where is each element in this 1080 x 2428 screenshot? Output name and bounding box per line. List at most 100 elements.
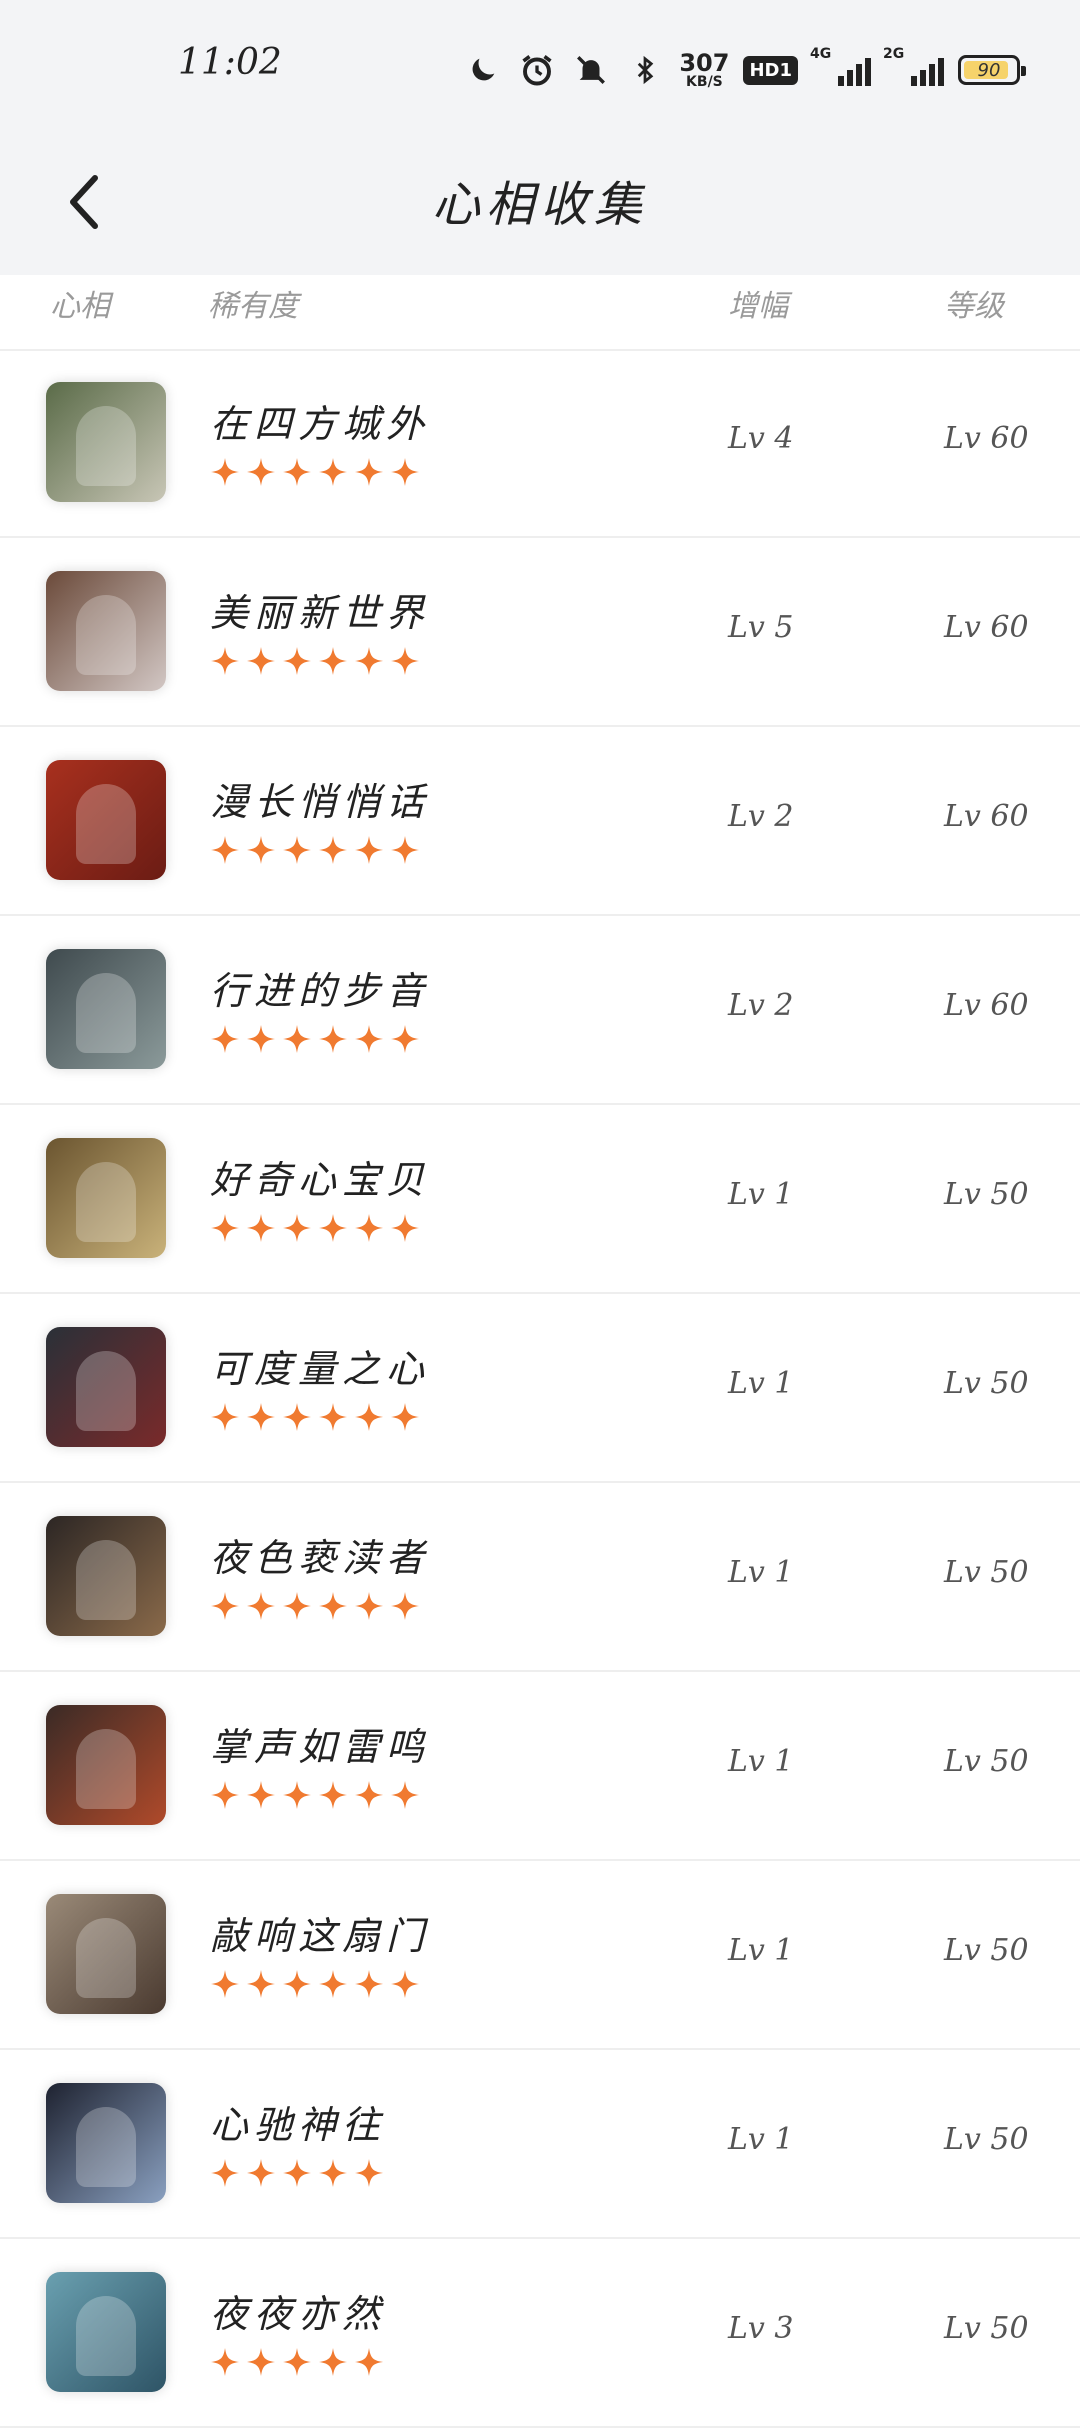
status-icons: 307 KB/S HD1 4G 2G 90 bbox=[463, 46, 1026, 94]
list-item[interactable]: 美丽新世界 Lv 5 Lv 60 bbox=[0, 538, 1080, 727]
item-level: Lv 50 bbox=[944, 2122, 1029, 2157]
mute-bell-icon bbox=[571, 50, 611, 90]
rarity-star-icon bbox=[390, 457, 420, 491]
list-item[interactable]: 在四方城外 Lv 4 Lv 60 bbox=[0, 349, 1080, 538]
rarity-star-icon bbox=[246, 1969, 276, 2003]
page-title: 心相收集 bbox=[431, 177, 648, 233]
rarity-star-icon bbox=[210, 646, 240, 680]
rarity-star-icon bbox=[354, 1213, 384, 1247]
list-item[interactable]: 可度量之心 Lv 1 Lv 50 bbox=[0, 1294, 1080, 1483]
item-boost: Lv 5 bbox=[728, 610, 794, 645]
rarity-star-icon bbox=[390, 646, 420, 680]
rarity-star-icon bbox=[246, 646, 276, 680]
rarity-star-icon bbox=[390, 1591, 420, 1625]
column-boost-label: 增幅 bbox=[728, 289, 788, 324]
item-level: Lv 60 bbox=[944, 421, 1029, 456]
item-avatar bbox=[46, 382, 166, 502]
item-name: 夜色亵渎者 bbox=[210, 1536, 431, 1580]
rarity-star-icon bbox=[354, 646, 384, 680]
item-level: Lv 50 bbox=[944, 1933, 1029, 1968]
list-item[interactable]: 心驰神往 Lv 1 Lv 50 bbox=[0, 2050, 1080, 2239]
rarity-star-icon bbox=[282, 1780, 312, 1814]
rarity-stars bbox=[210, 1591, 420, 1625]
rarity-star-icon bbox=[390, 1024, 420, 1058]
item-avatar bbox=[46, 2083, 166, 2203]
list-item[interactable]: 夜夜亦然 Lv 3 Lv 50 bbox=[0, 2239, 1080, 2428]
item-boost: Lv 4 bbox=[728, 421, 794, 456]
rarity-star-icon bbox=[282, 2158, 312, 2192]
item-name: 在四方城外 bbox=[210, 402, 431, 446]
rarity-star-icon bbox=[282, 1402, 312, 1436]
item-level: Lv 60 bbox=[944, 610, 1029, 645]
list-item[interactable]: 夜色亵渎者 Lv 1 Lv 50 bbox=[0, 1483, 1080, 1672]
item-boost: Lv 1 bbox=[728, 1933, 794, 1968]
column-level-label: 等级 bbox=[944, 289, 1004, 324]
rarity-star-icon bbox=[282, 835, 312, 869]
item-level: Lv 50 bbox=[944, 1744, 1029, 1779]
item-avatar bbox=[46, 1705, 166, 1825]
rarity-star-icon bbox=[282, 457, 312, 491]
signal-4g-label: 4G bbox=[810, 46, 832, 62]
item-level: Lv 50 bbox=[944, 2311, 1029, 2346]
collection-list: 在四方城外 Lv 4 Lv 60 美丽新世界 Lv 5 Lv 60 漫长悄悄话 Lv 2 Lv … bbox=[0, 349, 1080, 2428]
rarity-star-icon bbox=[210, 1780, 240, 1814]
rarity-star-icon bbox=[282, 1024, 312, 1058]
rarity-star-icon bbox=[246, 1591, 276, 1625]
alarm-icon bbox=[517, 50, 557, 90]
rarity-star-icon bbox=[354, 1969, 384, 2003]
rarity-star-icon bbox=[210, 1969, 240, 2003]
list-item[interactable]: 敲响这扇门 Lv 1 Lv 50 bbox=[0, 1861, 1080, 2050]
rarity-star-icon bbox=[246, 2347, 276, 2381]
net-speed-unit: KB/S bbox=[686, 74, 723, 90]
rarity-star-icon bbox=[210, 835, 240, 869]
column-icon-label: 心相 bbox=[50, 289, 110, 324]
item-name: 行进的步音 bbox=[210, 969, 431, 1013]
item-name: 可度量之心 bbox=[210, 1347, 431, 1391]
signal-2g-icon: 2G bbox=[883, 46, 944, 86]
item-avatar bbox=[46, 571, 166, 691]
rarity-star-icon bbox=[318, 835, 348, 869]
rarity-star-icon bbox=[210, 2347, 240, 2381]
bluetooth-icon bbox=[625, 50, 665, 90]
rarity-stars bbox=[210, 1024, 420, 1058]
item-boost: Lv 1 bbox=[728, 1555, 794, 1590]
rarity-stars bbox=[210, 2347, 384, 2381]
item-name: 夜夜亦然 bbox=[210, 2292, 387, 2336]
rarity-star-icon bbox=[318, 1402, 348, 1436]
item-level: Lv 50 bbox=[944, 1555, 1029, 1590]
rarity-stars bbox=[210, 457, 420, 491]
list-item[interactable]: 漫长悄悄话 Lv 2 Lv 60 bbox=[0, 727, 1080, 916]
rarity-star-icon bbox=[210, 1213, 240, 1247]
item-name: 漫长悄悄话 bbox=[210, 780, 431, 824]
rarity-star-icon bbox=[354, 1024, 384, 1058]
item-boost: Lv 3 bbox=[728, 2311, 794, 2346]
rarity-stars bbox=[210, 1402, 420, 1436]
rarity-star-icon bbox=[210, 1024, 240, 1058]
rarity-star-icon bbox=[354, 1591, 384, 1625]
rarity-star-icon bbox=[282, 1969, 312, 2003]
battery-icon: 90 bbox=[958, 55, 1026, 85]
item-level: Lv 50 bbox=[944, 1177, 1029, 1212]
rarity-star-icon bbox=[390, 1969, 420, 2003]
item-boost: Lv 2 bbox=[728, 988, 794, 1023]
rarity-stars bbox=[210, 1969, 420, 2003]
rarity-star-icon bbox=[210, 2158, 240, 2192]
item-level: Lv 50 bbox=[944, 1366, 1029, 1401]
item-avatar bbox=[46, 949, 166, 1069]
rarity-star-icon bbox=[354, 1402, 384, 1436]
item-name: 心驰神往 bbox=[210, 2103, 387, 2147]
list-item[interactable]: 掌声如雷鸣 Lv 1 Lv 50 bbox=[0, 1672, 1080, 1861]
rarity-star-icon bbox=[354, 2347, 384, 2381]
item-boost: Lv 1 bbox=[728, 1177, 794, 1212]
column-rarity-label: 稀有度 bbox=[208, 289, 298, 324]
signal-4g-icon: 4G bbox=[810, 46, 871, 86]
moon-icon bbox=[463, 50, 503, 90]
rarity-star-icon bbox=[390, 1213, 420, 1247]
rarity-star-icon bbox=[246, 1024, 276, 1058]
rarity-star-icon bbox=[390, 835, 420, 869]
rarity-star-icon bbox=[246, 1780, 276, 1814]
list-item[interactable]: 行进的步音 Lv 2 Lv 60 bbox=[0, 916, 1080, 1105]
list-item[interactable]: 好奇心宝贝 Lv 1 Lv 50 bbox=[0, 1105, 1080, 1294]
item-boost: Lv 1 bbox=[728, 1366, 794, 1401]
item-avatar bbox=[46, 1138, 166, 1258]
